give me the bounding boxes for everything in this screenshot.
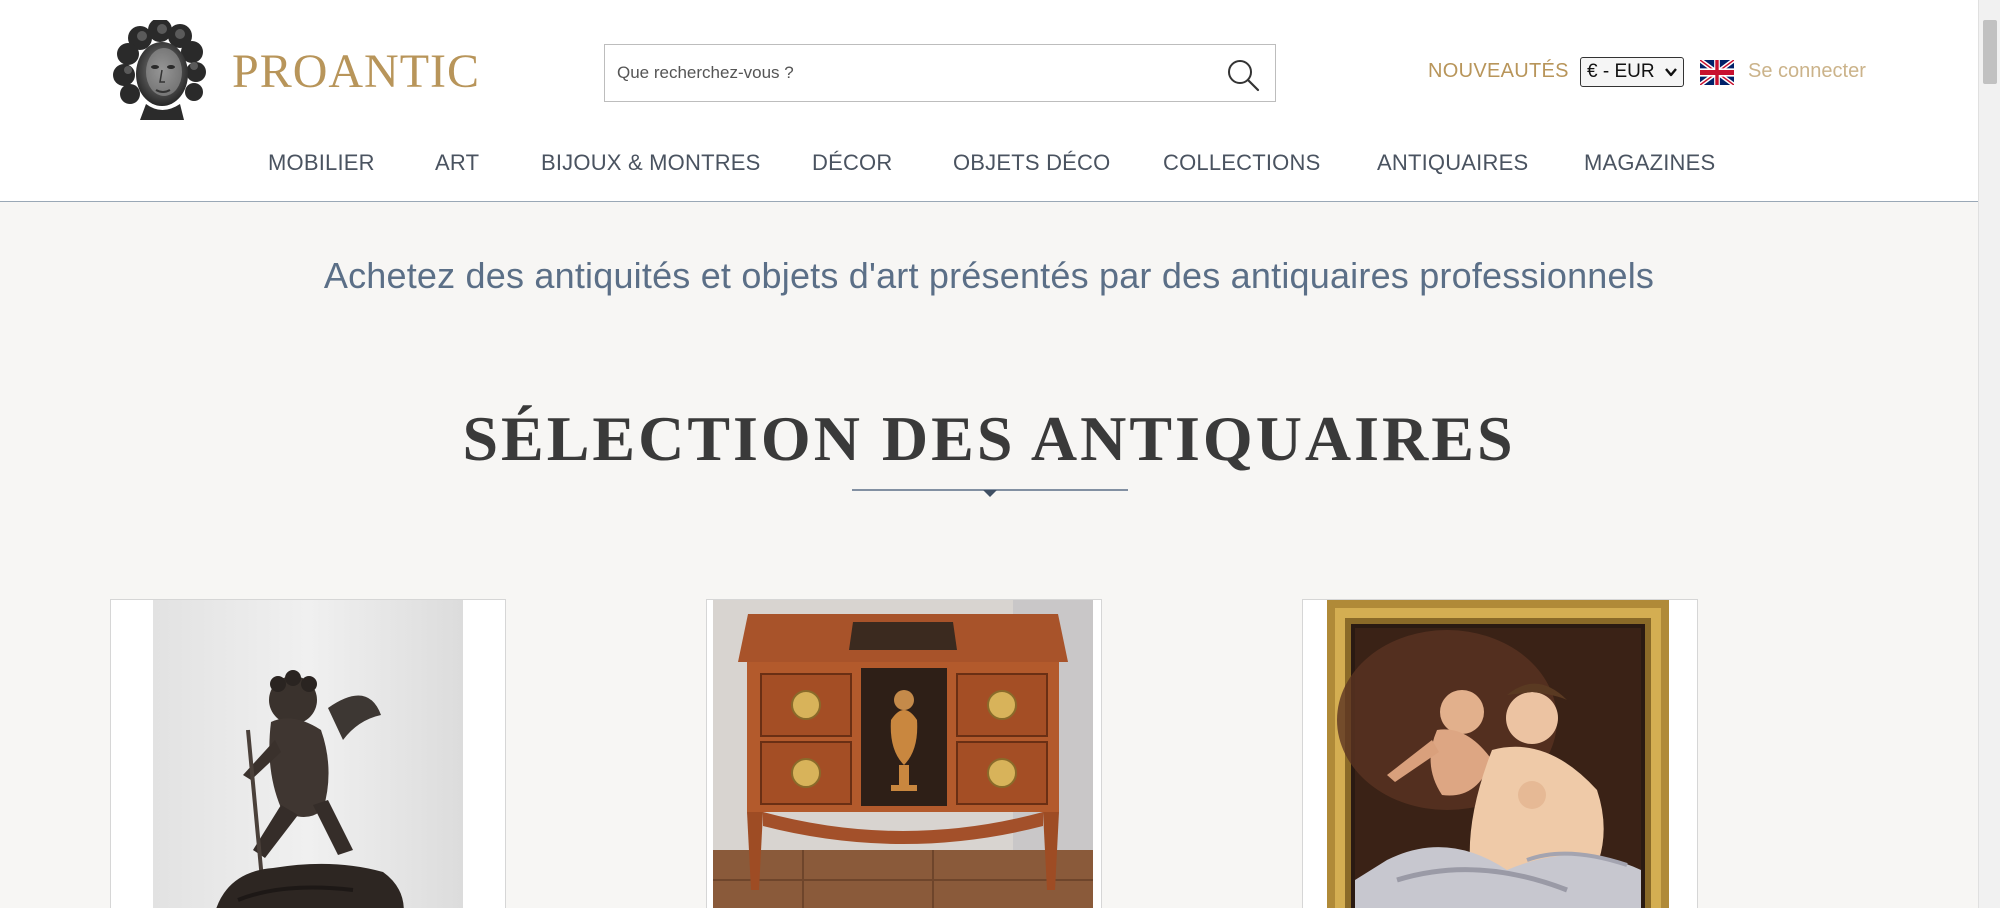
scrollbar-thumb[interactable] (1983, 20, 1997, 84)
currency-select[interactable]: € - EUR (1580, 57, 1684, 87)
chevron-down-icon (1665, 68, 1677, 77)
site-header: PROANTIC NOUVEAUTÉS € - EUR Se connecter (0, 0, 1978, 202)
product-card[interactable] (706, 599, 1102, 908)
nav-item-decor[interactable]: DÉCOR (812, 150, 892, 176)
commode-image[interactable] (713, 600, 1093, 908)
nav-item-magazines[interactable]: MAGAZINES (1584, 150, 1715, 176)
product-card[interactable] (1302, 599, 1698, 908)
logo[interactable]: PROANTIC (110, 20, 480, 122)
nav-item-objets-deco[interactable]: OBJETS DÉCO (953, 150, 1110, 176)
vertical-scrollbar[interactable] (1978, 0, 2000, 908)
brand-name: PROANTIC (232, 44, 481, 98)
search-icon[interactable] (1225, 57, 1261, 93)
bronze-cupid-image[interactable] (153, 600, 463, 908)
currency-value: € - EUR (1587, 61, 1655, 82)
painting-image[interactable] (1327, 600, 1669, 908)
product-card[interactable] (110, 599, 506, 908)
title-divider (852, 489, 1128, 497)
nav-item-art[interactable]: ART (435, 150, 479, 176)
login-link[interactable]: Se connecter (1748, 60, 1866, 83)
search-input[interactable] (605, 45, 1205, 101)
bust-logo-icon (113, 20, 206, 120)
nav-item-mobilier[interactable]: MOBILIER (268, 150, 375, 176)
search-bar (604, 44, 1276, 102)
nav-item-antiquaires[interactable]: ANTIQUAIRES (1377, 150, 1528, 176)
main-nav: MOBILIER ART BIJOUX & MONTRES DÉCOR OBJE… (0, 150, 1978, 180)
nav-item-bijoux-montres[interactable]: BIJOUX & MONTRES (541, 150, 761, 176)
nav-item-collections[interactable]: COLLECTIONS (1163, 150, 1320, 176)
new-arrivals-link[interactable]: NOUVEAUTÉS (1428, 60, 1569, 83)
page: PROANTIC NOUVEAUTÉS € - EUR Se connecter (0, 0, 1978, 908)
tagline: Achetez des antiquités et objets d'art p… (323, 255, 1655, 296)
uk-flag-icon[interactable] (1700, 60, 1734, 85)
section-title: SÉLECTION DES ANTIQUAIRES (462, 403, 1516, 474)
